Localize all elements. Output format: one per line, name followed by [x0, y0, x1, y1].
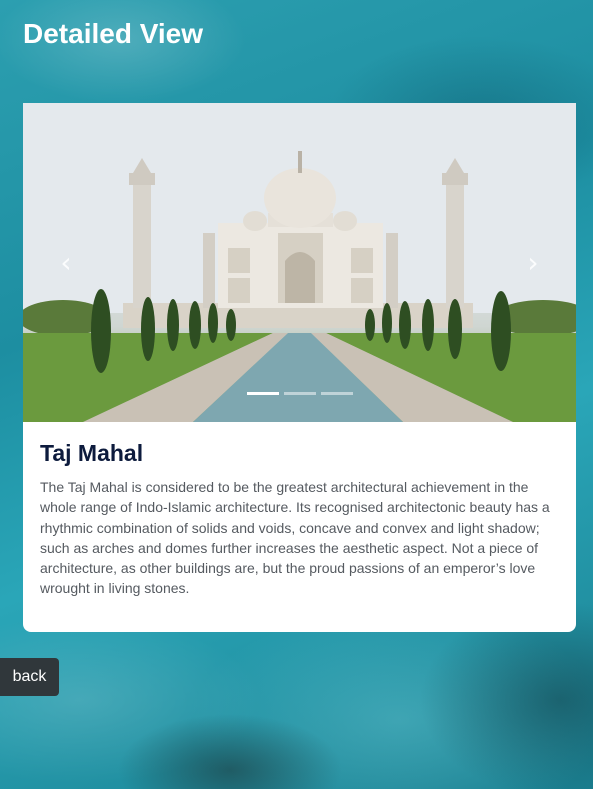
card-body: Taj Mahal The Taj Mahal is considered to…: [23, 422, 576, 617]
image-carousel[interactable]: ‹ ›: [23, 103, 576, 422]
taj-mahal-photo: [23, 103, 576, 422]
chevron-right-icon[interactable]: ›: [518, 248, 548, 278]
detail-card: ‹ › Taj Mahal The Taj Mahal is considere…: [23, 103, 576, 632]
card-description: The Taj Mahal is considered to be the gr…: [40, 479, 550, 597]
carousel-indicator-1[interactable]: [246, 392, 279, 395]
chevron-left-icon[interactable]: ‹: [51, 248, 81, 278]
carousel-indicator-3[interactable]: [320, 392, 353, 395]
back-button[interactable]: back: [0, 658, 59, 696]
page-title: Detailed View: [23, 18, 204, 49]
card-title: Taj Mahal: [40, 440, 144, 466]
carousel-indicators: [23, 392, 576, 395]
carousel-indicator-2[interactable]: [283, 392, 316, 395]
